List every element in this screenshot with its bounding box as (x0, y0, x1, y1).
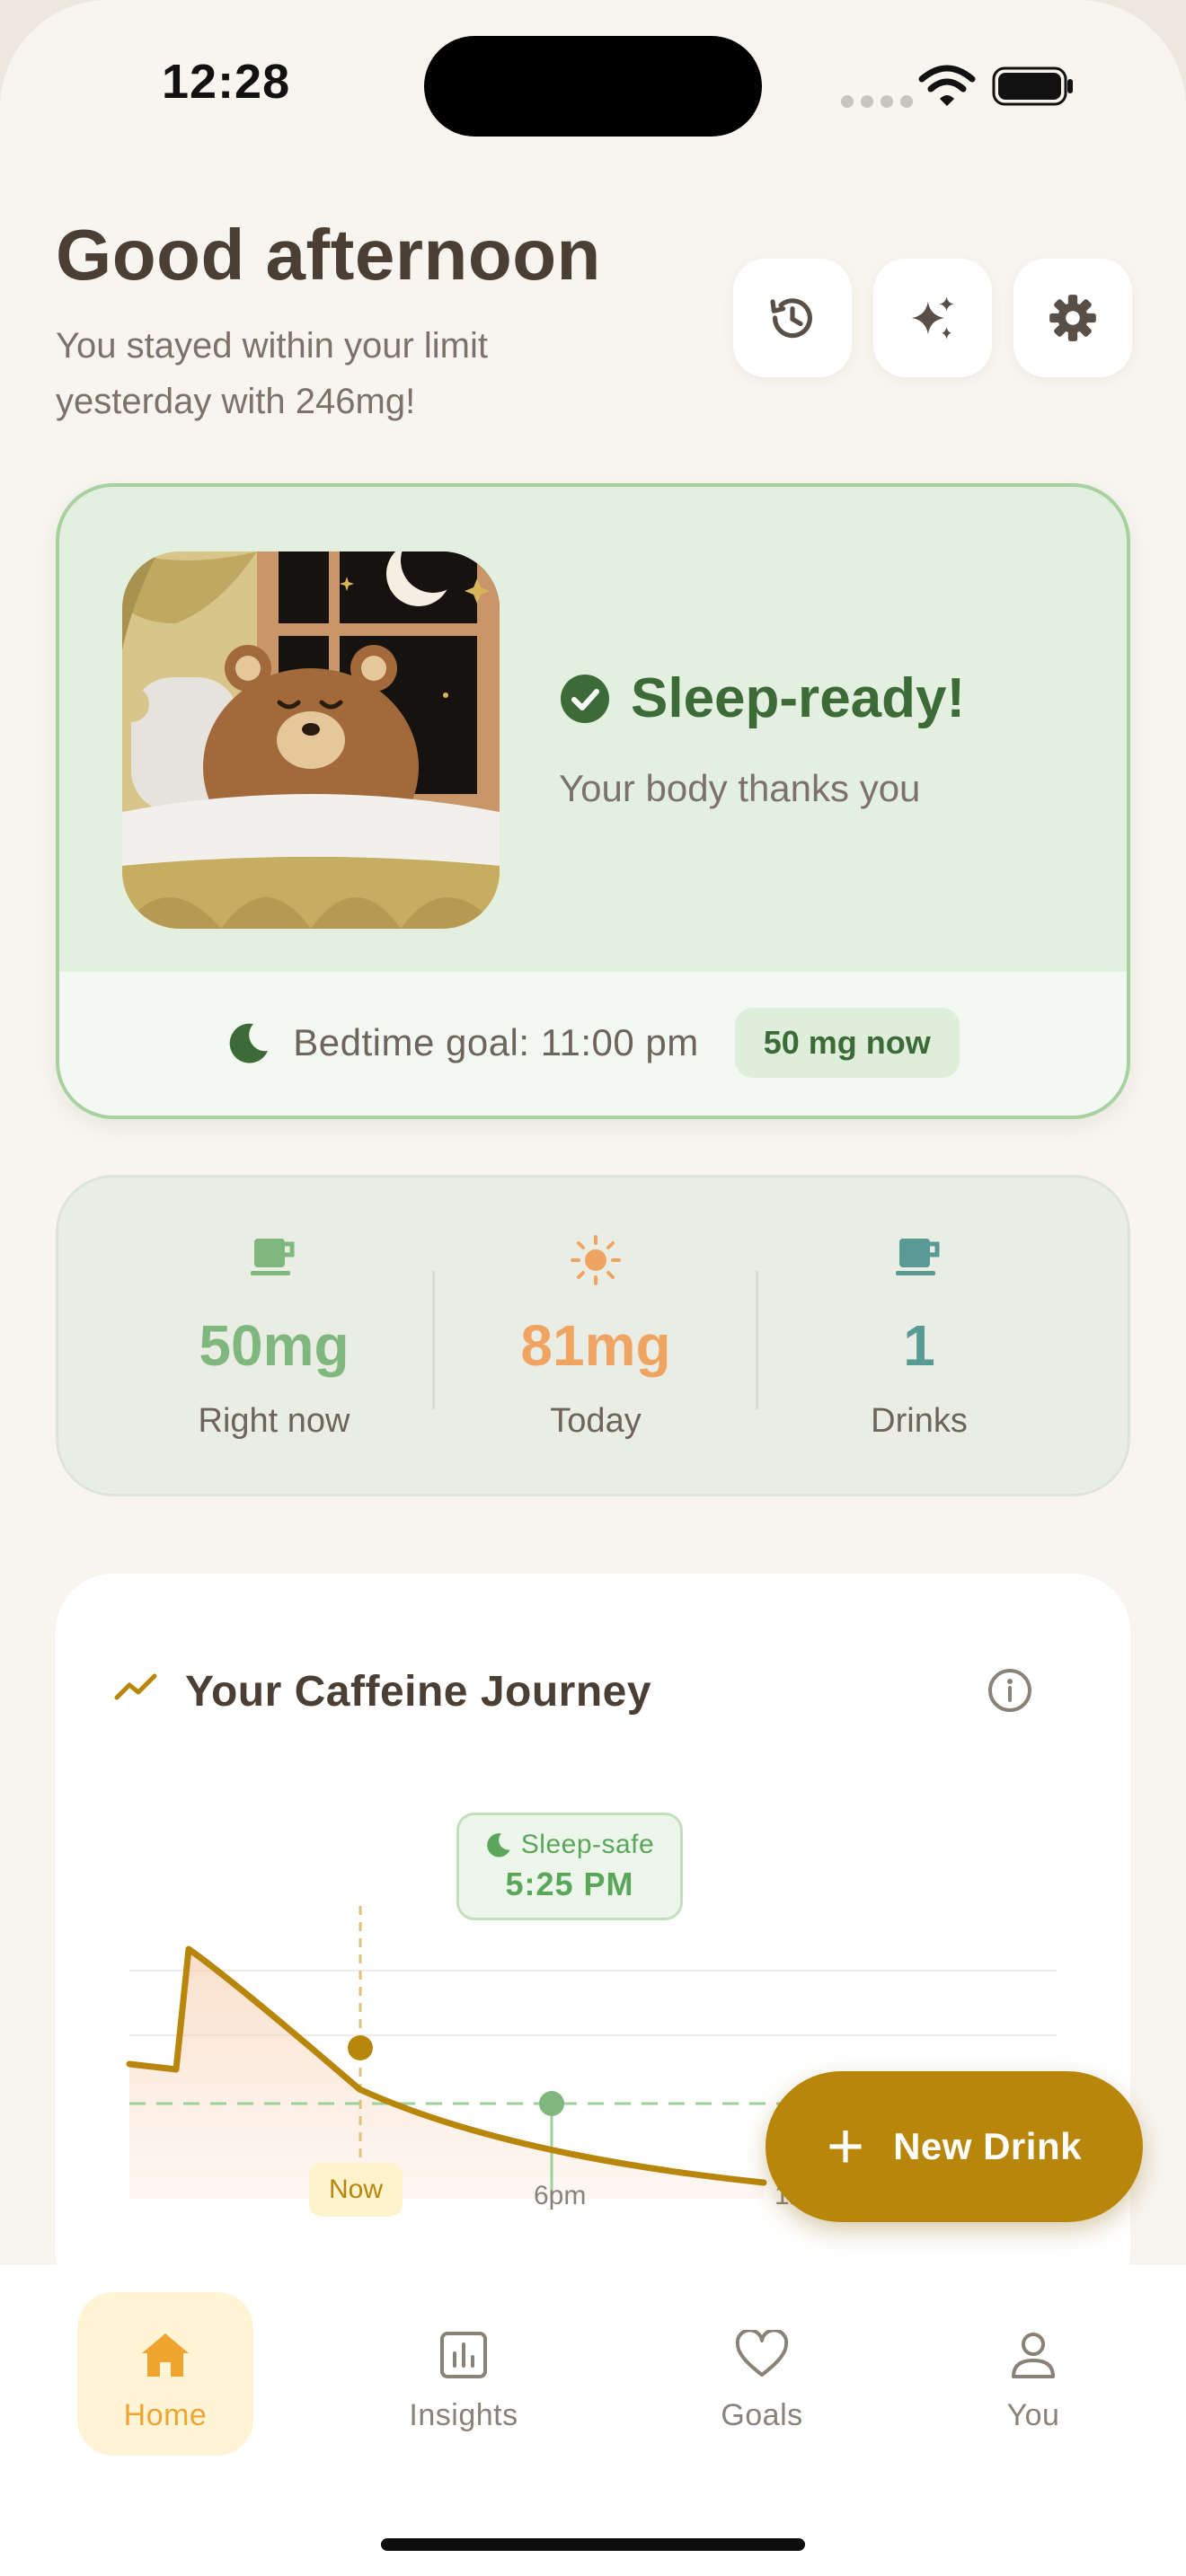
settings-button[interactable] (1013, 259, 1132, 377)
sleep-safe-time: 5:25 PM (505, 1866, 634, 1902)
tab-you[interactable]: You (945, 2292, 1121, 2456)
stat-label: Drinks (871, 1402, 968, 1440)
battery-icon (992, 66, 1073, 106)
stat-label: Right now (198, 1402, 350, 1440)
stat-value: 50mg (199, 1313, 350, 1378)
journey-title: Your Caffeine Journey (185, 1668, 652, 1716)
sleep-ready-subtitle: Your body thanks you (559, 767, 921, 809)
now-point (348, 2035, 373, 2060)
now-label: Now (309, 2163, 403, 2217)
sleep-status-card[interactable]: Sleep-ready! Your body thanks you Bedtim… (56, 483, 1130, 1119)
app-screen: 12:28 Good afternoon You stayed within y… (0, 0, 1186, 2576)
home-indicator (381, 2538, 805, 2551)
sleep-safe-label: Sleep-safe (520, 1830, 655, 1859)
tab-label: Insights (409, 2398, 518, 2432)
history-icon (770, 298, 812, 339)
greeting-title: Good afternoon (56, 215, 601, 295)
bedtime-goal: Bedtime goal: 11:00 pm (293, 1021, 699, 1063)
stat-drinks: 1 Drinks (766, 1178, 1072, 1494)
new-drink-button[interactable]: + New Drink (766, 2071, 1143, 2222)
status-time: 12:28 (162, 55, 291, 109)
tab-label: Goals (721, 2398, 803, 2432)
moon-icon (486, 1833, 510, 1857)
tab-label: Home (123, 2398, 208, 2432)
person-icon (1012, 2333, 1055, 2378)
stat-divider (432, 1271, 435, 1409)
sleep-safe-tooltip: Sleep-safe 5:25 PM (456, 1813, 683, 1920)
plus-icon: + (827, 2111, 865, 2183)
tab-goals[interactable]: Goals (674, 2292, 850, 2456)
sleep-ready-title: Sleep-ready! (631, 667, 966, 729)
stat-value: 1 (903, 1313, 935, 1378)
greeting-subtitle: You stayed within your limit yesterday w… (56, 326, 488, 421)
current-caffeine-badge: 50 mg now (734, 1008, 960, 1078)
trend-icon (114, 1673, 157, 1700)
cup-icon (896, 1239, 940, 1275)
bedtime-footer: Bedtime goal: 11:00 pm 50 mg now (59, 972, 1127, 1116)
x-tick-label: 6pm (534, 2181, 587, 2210)
sleep-safe-point (539, 2091, 564, 2116)
caffeine-stats-panel: 50mg Right now 81mg Today 1 Drinks (56, 1175, 1130, 1496)
stat-today: 81mg Today (443, 1178, 748, 1494)
sleeping-bear-illustration (122, 551, 500, 929)
cup-icon (251, 1239, 295, 1275)
curve-area (129, 1949, 764, 2199)
sparkles-icon (911, 296, 954, 340)
sleep-ready-heading: Sleep-ready! (559, 666, 965, 730)
gear-icon (1049, 295, 1096, 341)
new-drink-label: New Drink (893, 2125, 1082, 2167)
stat-right-now: 50mg Right now (121, 1178, 427, 1494)
history-button[interactable] (733, 259, 852, 377)
heart-icon (735, 2330, 789, 2377)
bar-chart-icon (440, 2332, 487, 2378)
bottom-tab-bar: Home Insights Goals You (0, 2265, 1186, 2576)
stat-label: Today (550, 1402, 642, 1440)
tab-home[interactable]: Home (77, 2292, 253, 2456)
info-icon[interactable] (987, 1667, 1033, 1714)
stat-divider (756, 1271, 758, 1409)
sun-icon (571, 1235, 621, 1285)
stat-value: 81mg (520, 1313, 671, 1378)
tab-label: You (1006, 2398, 1060, 2432)
house-icon (142, 2333, 189, 2377)
dynamic-island (424, 36, 762, 137)
tab-insights[interactable]: Insights (376, 2292, 552, 2456)
ai-suggestions-button[interactable] (873, 259, 992, 377)
moon-icon (229, 1023, 269, 1063)
wifi-icon (918, 65, 976, 106)
cellular-signal-icon (841, 95, 913, 108)
check-circle-icon (561, 674, 609, 723)
